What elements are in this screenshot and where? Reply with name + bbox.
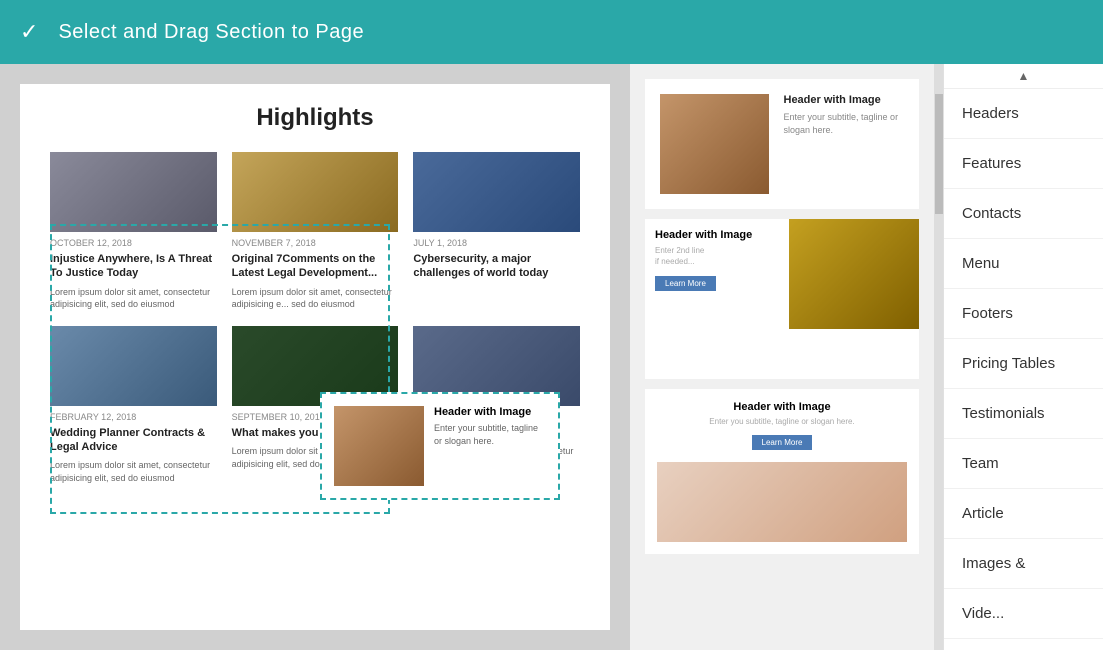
blog-date: JULY 1, 2018 [413,238,580,248]
sidebar-item-footers[interactable]: Footers [944,289,1103,339]
sidebar-item-menu[interactable]: Menu [944,239,1103,289]
highlights-title: Highlights [50,104,580,132]
scroll-track[interactable] [935,64,943,650]
blog-item: FEBRUARY 12, 2018 Wedding Planner Contra… [50,326,217,485]
blog-date: OCTOBER 12, 2018 [50,238,217,248]
preview-card-left: Header with Image Enter 2nd lineif neede… [645,219,789,329]
preview-card-2[interactable]: Header with Image Enter 2nd lineif neede… [645,219,919,379]
drag-preview-image [334,406,424,486]
preview-card-1[interactable]: Header with Image Enter your subtitle, t… [645,79,919,209]
page-title: Select and Drag Section to Page [58,21,364,44]
preview-card-title: Header with Image [655,229,779,241]
page-preview: Highlights OCTOBER 12, 2018 Injustice An… [20,84,610,630]
blog-text: Lorem ipsum dolor sit amet, consectetur … [50,286,217,311]
section-sidebar: ▲ Headers Features Contacts Menu Footers… [943,64,1103,650]
blog-item: NOVEMBER 7, 2018 Original 7Comments on t… [232,152,399,311]
preview-card-inner: Header with Image Enter you subtitle, ta… [645,389,919,462]
center-preview: Header with Image Enter your subtitle, t… [630,64,935,650]
blog-image [50,152,217,232]
preview-card-subtitle: Enter your subtitle, tagline or slogan h… [784,111,905,136]
top-bar: ✓ Select and Drag Section to Page [0,0,1103,64]
preview-learn-more-button[interactable]: Learn More [655,276,716,291]
preview-card-title: Header with Image [784,94,905,106]
blog-image [232,152,399,232]
blog-date: FEBRUARY 12, 2018 [50,412,217,422]
blog-text: Lorem ipsum dolor sit amet, consectetur … [232,286,399,311]
sidebar-item-features[interactable]: Features [944,139,1103,189]
preview-card-content: Header with Image Enter your subtitle, t… [784,94,905,136]
sidebar-item-images[interactable]: Images & [944,539,1103,589]
preview-card-3[interactable]: Header with Image Enter you subtitle, ta… [645,389,919,554]
drag-preview-subtitle: Enter your subtitle, tagline or slogan h… [434,422,546,447]
preview-learn-more-button-2[interactable]: Learn More [752,435,813,450]
blog-grid-top: OCTOBER 12, 2018 Injustice Anywhere, Is … [50,152,580,311]
sidebar-item-contacts[interactable]: Contacts [944,189,1103,239]
sidebar-item-team[interactable]: Team [944,439,1103,489]
scroll-thumb[interactable] [935,94,943,214]
blog-date: NOVEMBER 7, 2018 [232,238,399,248]
blog-headline: Original 7Comments on the Latest Legal D… [232,252,399,281]
preview-card-subtitle: Enter you subtitle, tagline or slogan he… [657,417,907,426]
preview-card-image [789,219,919,329]
blog-headline: Wedding Planner Contracts & Legal Advice [50,426,217,455]
drag-preview-card[interactable]: Header with Image Enter your subtitle, t… [320,392,560,500]
preview-card-image [660,94,769,194]
blog-headline: Injustice Anywhere, Is A Threat To Justi… [50,252,217,281]
main-content: Highlights OCTOBER 12, 2018 Injustice An… [0,64,1103,650]
sidebar-item-testimonials[interactable]: Testimonials [944,389,1103,439]
drag-preview-content: Header with Image Enter your subtitle, t… [434,406,546,447]
preview-card-subtitle: Enter 2nd lineif needed... [655,245,779,267]
blog-item: OCTOBER 12, 2018 Injustice Anywhere, Is … [50,152,217,311]
preview-card-title: Header with Image [657,401,907,413]
blog-image [50,326,217,406]
blog-image [413,152,580,232]
blog-item: JULY 1, 2018 Cybersecurity, a major chal… [413,152,580,311]
left-panel: Highlights OCTOBER 12, 2018 Injustice An… [0,64,630,650]
preview-card-layout: Header with Image Enter 2nd lineif neede… [645,219,919,329]
check-icon: ✓ [20,19,38,45]
preview-card-image-bottom [657,462,907,542]
drag-preview-title: Header with Image [434,406,546,418]
scroll-up-arrow[interactable]: ▲ [944,64,1103,89]
sidebar-item-headers[interactable]: Headers [944,89,1103,139]
blog-headline: Cybersecurity, a major challenges of wor… [413,252,580,281]
sidebar-item-pricing-tables[interactable]: Pricing Tables [944,339,1103,389]
sidebar-item-article[interactable]: Article [944,489,1103,539]
sidebar-item-video[interactable]: Vide... [944,589,1103,639]
right-panel: Header with Image Enter your subtitle, t… [630,64,1103,650]
blog-text: Lorem ipsum dolor sit amet, consectetur … [50,459,217,484]
